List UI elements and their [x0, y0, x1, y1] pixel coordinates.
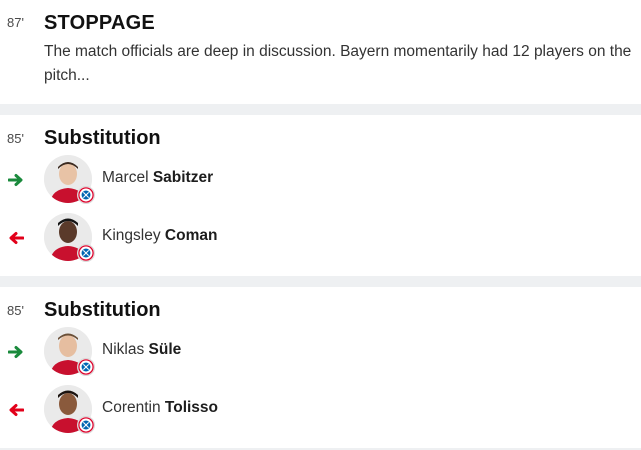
event-minute: 87'	[7, 15, 24, 30]
arrow-left-icon	[9, 232, 24, 244]
player-last-name: Sabitzer	[152, 169, 214, 186]
arrow-left-icon	[9, 404, 24, 416]
player-first-name: Marcel	[102, 169, 149, 186]
club-badge-icon	[77, 358, 95, 376]
event-title: STOPPAGE	[44, 12, 155, 34]
club-badge-icon	[77, 416, 95, 434]
player-last-name: Coman	[164, 227, 218, 244]
player-in-row[interactable]: Niklas Süle	[0, 327, 641, 379]
arrow-right-icon	[8, 346, 23, 358]
arrow-right-icon	[8, 174, 23, 186]
stoppage-event: 87' STOPPAGE The match officials are dee…	[0, 0, 641, 104]
player-last-name: Süle	[148, 341, 182, 358]
event-minute: 85'	[7, 131, 24, 146]
player-name: Marcel Sabitzer	[102, 169, 213, 187]
player-in-row[interactable]: Marcel Sabitzer	[0, 155, 641, 207]
club-badge-icon	[77, 244, 95, 262]
player-name: Niklas Süle	[102, 341, 181, 359]
substitution-event: 85' Substitution Marcel Sabitzer Kingsle…	[0, 115, 641, 276]
substitution-event: 85' Substitution Niklas Süle Corentin To…	[0, 287, 641, 450]
player-name: Corentin Tolisso	[102, 399, 218, 417]
event-title: Substitution	[44, 127, 161, 149]
player-last-name: Tolisso	[164, 399, 219, 416]
player-first-name: Corentin	[102, 399, 161, 416]
club-badge-icon	[77, 186, 95, 204]
player-out-row[interactable]: Corentin Tolisso	[0, 385, 641, 437]
event-divider	[0, 104, 641, 115]
player-first-name: Kingsley	[102, 227, 161, 244]
player-name: Kingsley Coman	[102, 227, 217, 245]
event-minute: 85'	[7, 303, 24, 318]
player-first-name: Niklas	[102, 341, 145, 358]
event-description: The match officials are deep in discussi…	[44, 43, 632, 84]
event-divider	[0, 276, 641, 287]
event-title: Substitution	[44, 299, 161, 321]
player-out-row[interactable]: Kingsley Coman	[0, 213, 641, 265]
